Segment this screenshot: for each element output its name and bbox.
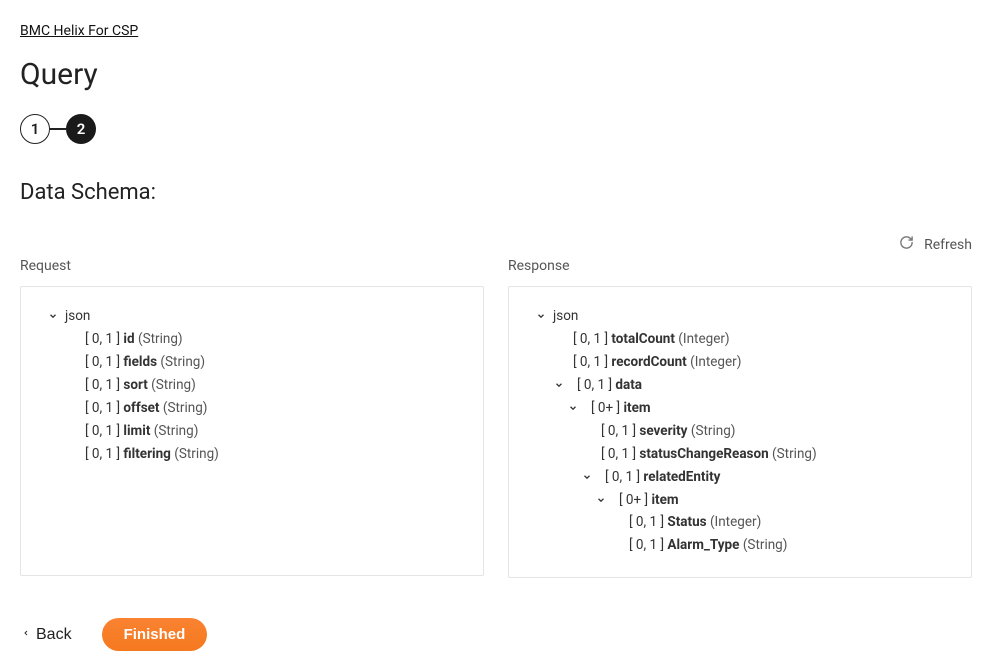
tree-leaf[interactable]: [ 0, 1 ] totalCount (Integer): [525, 328, 955, 351]
tree-leaf[interactable]: [ 0, 1 ] id (String): [37, 328, 467, 351]
back-button[interactable]: Back: [20, 622, 74, 648]
cardinality: [ 0+ ]: [585, 397, 620, 420]
field-name: item: [623, 397, 650, 420]
field-name: filtering: [123, 443, 170, 466]
field-type: (String): [163, 397, 208, 420]
cardinality: [ 0, 1 ]: [599, 466, 640, 489]
field-type: (Integer): [678, 328, 729, 351]
cardinality: [ 0, 1 ]: [79, 443, 120, 466]
tree-node-data[interactable]: [ 0, 1 ] data: [525, 374, 955, 397]
tree-node-item[interactable]: [ 0+ ] item: [525, 489, 955, 512]
chevron-down-icon: [595, 495, 607, 505]
cardinality: [ 0, 1 ]: [595, 443, 636, 466]
tree-node-json[interactable]: json: [37, 305, 467, 328]
field-name: offset: [123, 397, 159, 420]
response-label: Response: [508, 258, 972, 274]
field-type: (String): [138, 328, 183, 351]
field-name: item: [651, 489, 678, 512]
tree-node-json[interactable]: json: [525, 305, 955, 328]
chevron-down-icon: [535, 311, 547, 321]
cardinality: [ 0, 1 ]: [571, 374, 612, 397]
field-name: data: [615, 374, 642, 397]
step-2[interactable]: 2: [66, 114, 96, 144]
tree-leaf[interactable]: [ 0, 1 ] fields (String): [37, 351, 467, 374]
field-type: (Integer): [710, 511, 761, 534]
field-name: Status: [667, 511, 706, 534]
field-type: (String): [743, 534, 788, 557]
cardinality: [ 0, 1 ]: [79, 420, 120, 443]
finished-button[interactable]: Finished: [102, 618, 208, 651]
field-type: (String): [691, 420, 736, 443]
cardinality: [ 0, 1 ]: [79, 351, 120, 374]
request-label: Request: [20, 258, 484, 274]
tree-leaf[interactable]: [ 0, 1 ] sort (String): [37, 374, 467, 397]
refresh-button[interactable]: Refresh: [899, 235, 972, 254]
response-column: Response json [ 0, 1 ] totalCount (Integ…: [508, 258, 972, 578]
refresh-icon: [899, 235, 914, 254]
field-type: (String): [154, 420, 199, 443]
field-name: totalCount: [611, 328, 675, 351]
cardinality: [ 0, 1 ]: [623, 511, 664, 534]
chevron-down-icon: [553, 380, 565, 390]
refresh-label: Refresh: [924, 237, 972, 253]
field-name: limit: [123, 420, 150, 443]
page-title: Query: [20, 57, 972, 92]
step-connector: [50, 128, 66, 130]
field-name: statusChangeReason: [639, 443, 768, 466]
cardinality: [ 0, 1 ]: [79, 328, 120, 351]
back-label: Back: [36, 626, 72, 644]
chevron-down-icon: [581, 472, 593, 482]
field-name: recordCount: [611, 351, 686, 374]
tree-leaf[interactable]: [ 0, 1 ] Alarm_Type (String): [525, 534, 955, 557]
chevron-left-icon: [22, 626, 30, 644]
field-type: (String): [772, 443, 817, 466]
field-name: fields: [123, 351, 157, 374]
field-type: (Integer): [690, 351, 741, 374]
tree-node-relatedentity[interactable]: [ 0, 1 ] relatedEntity: [525, 466, 955, 489]
tree-leaf[interactable]: [ 0, 1 ] Status (Integer): [525, 511, 955, 534]
tree-leaf[interactable]: [ 0, 1 ] filtering (String): [37, 443, 467, 466]
request-column: Request json [ 0, 1 ] id (String) [ 0, 1…: [20, 258, 484, 578]
field-type: (String): [174, 443, 219, 466]
field-name: id: [123, 328, 134, 351]
response-panel: json [ 0, 1 ] totalCount (Integer) [ 0, …: [508, 286, 972, 578]
cardinality: [ 0, 1 ]: [623, 534, 664, 557]
tree-node-label: json: [65, 305, 90, 328]
stepper: 1 2: [20, 114, 972, 144]
tree-leaf[interactable]: [ 0, 1 ] severity (String): [525, 420, 955, 443]
tree-leaf[interactable]: [ 0, 1 ] limit (String): [37, 420, 467, 443]
tree-leaf[interactable]: [ 0, 1 ] recordCount (Integer): [525, 351, 955, 374]
step-1[interactable]: 1: [20, 114, 50, 144]
cardinality: [ 0+ ]: [613, 489, 648, 512]
field-name: Alarm_Type: [667, 534, 739, 557]
section-title: Data Schema:: [20, 180, 972, 205]
cardinality: [ 0, 1 ]: [79, 374, 120, 397]
field-type: (String): [160, 351, 205, 374]
field-name: relatedEntity: [643, 466, 720, 489]
cardinality: [ 0, 1 ]: [567, 328, 608, 351]
field-type: (String): [151, 374, 196, 397]
field-name: severity: [639, 420, 687, 443]
cardinality: [ 0, 1 ]: [79, 397, 120, 420]
tree-leaf[interactable]: [ 0, 1 ] statusChangeReason (String): [525, 443, 955, 466]
field-name: sort: [123, 374, 147, 397]
tree-leaf[interactable]: [ 0, 1 ] offset (String): [37, 397, 467, 420]
tree-node-label: json: [553, 305, 578, 328]
cardinality: [ 0, 1 ]: [567, 351, 608, 374]
chevron-down-icon: [47, 311, 59, 321]
request-panel: json [ 0, 1 ] id (String) [ 0, 1 ] field…: [20, 286, 484, 576]
cardinality: [ 0, 1 ]: [595, 420, 636, 443]
chevron-down-icon: [567, 403, 579, 413]
breadcrumb[interactable]: BMC Helix For CSP: [20, 23, 138, 39]
tree-node-item[interactable]: [ 0+ ] item: [525, 397, 955, 420]
